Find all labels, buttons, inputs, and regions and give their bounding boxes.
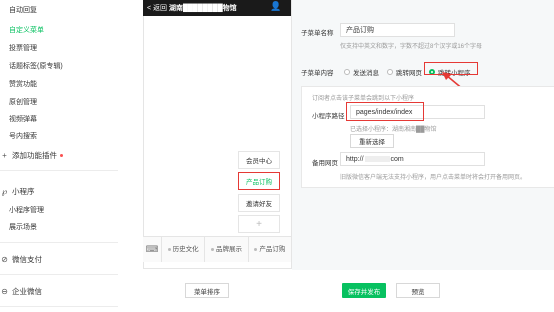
sidebar-section-wechat-pay[interactable]: ⊘ 微信支付 (0, 254, 42, 265)
menu-item-brand[interactable]: 品牌展示 (205, 237, 249, 262)
menu-dot-icon (254, 247, 258, 251)
menu-item-label: 品牌展示 (215, 246, 242, 253)
redacted-block (364, 156, 390, 162)
wechat-pay-label: 微信支付 (12, 255, 42, 264)
submenu-item-member[interactable]: 会员中心 (238, 151, 280, 169)
backup-url-prefix: http:// (346, 156, 364, 163)
submenu-content-label: 子菜单内容 (301, 70, 334, 77)
submenu-name-label: 子菜单名称 (301, 30, 334, 37)
sidebar-item-search[interactable]: 号内搜索 (9, 131, 37, 141)
backup-page-label: 备用网页 (312, 160, 338, 167)
add-plugin-button[interactable]: + 添加功能插件 (0, 150, 63, 161)
account-title: 湖南████████物馆 (169, 5, 237, 12)
backup-page-input[interactable]: http:// com (340, 152, 485, 166)
reselect-button[interactable]: 重新选择 (350, 134, 394, 148)
sidebar-divider (0, 242, 118, 243)
sidebar-item-reward[interactable]: 赞赏功能 (9, 79, 37, 89)
sidebar-divider (0, 306, 118, 307)
sidebar-section-mini-program[interactable]: ℘ 小程序 (0, 186, 35, 197)
sidebar-divider (0, 274, 118, 275)
backup-url-suffix: com (390, 156, 404, 163)
sidebar-item-mp-scenes[interactable]: 展示场景 (9, 222, 37, 232)
selected-mini-program-hint: 已选择小程序：湖南湘南██物馆 (350, 127, 437, 133)
sidebar: 自动回复 自定义菜单 投票管理 话题标签(原专辑) 赞赏功能 原创管理 视频弹幕… (0, 0, 120, 312)
add-submenu-button[interactable]: + (238, 215, 280, 233)
submenu-name-input[interactable]: 产品订购 (340, 23, 455, 37)
sidebar-item-danmaku[interactable]: 视频弹幕 (9, 114, 37, 124)
mini-program-title: 小程序 (12, 187, 35, 196)
menu-item-history[interactable]: 历史文化 (162, 237, 206, 262)
sidebar-item-auto-reply[interactable]: 自动回复 (9, 5, 37, 15)
sidebar-divider (0, 170, 118, 171)
pay-icon: ⊘ (1, 255, 8, 264)
sidebar-item-vote[interactable]: 投票管理 (9, 43, 37, 53)
wecom-label: 企业微信 (12, 287, 42, 296)
back-link[interactable]: < 返回 (147, 3, 167, 13)
radio-circle (344, 69, 350, 75)
save-publish-button[interactable]: 保存并发布 (342, 283, 386, 298)
plus-icon: + (2, 151, 7, 160)
submenu-item-order[interactable]: 产品订购 (238, 172, 280, 190)
wecom-icon: ⊖ (1, 287, 8, 296)
user-icon[interactable]: 👤 (270, 1, 281, 12)
keyboard-icon[interactable]: ⌨ (143, 237, 162, 262)
radio-open-webpage[interactable]: 跳转网页 (387, 67, 422, 77)
submenu-name-hint: 仅支持中英文和数字，字数不超过8个汉字或16个字母 (340, 44, 483, 50)
mini-program-icon: ℘ (1, 187, 8, 196)
add-plugin-label: 添加功能插件 (12, 151, 57, 160)
path-label: 小程序路径 (312, 113, 345, 120)
submenu-item-invite[interactable]: 邀请好友 (238, 194, 280, 212)
radio-send-message[interactable]: 发送消息 (344, 67, 379, 77)
subpanel-hint: 订阅者点击该子菜单会跳到以下小程序 (312, 96, 415, 102)
radio-circle (387, 69, 393, 75)
phone-menu-bar: ⌨ 历史文化 品牌展示 产品订购 (143, 236, 291, 262)
sidebar-item-custom-menu[interactable]: 自定义菜单 (9, 25, 44, 35)
notification-dot (60, 154, 63, 157)
sort-menu-button[interactable]: 菜单排序 (185, 283, 229, 298)
phone-header: < 返回 湖南████████物馆 👤 (143, 0, 291, 16)
preview-button[interactable]: 预览 (396, 283, 440, 298)
sidebar-section-wecom[interactable]: ⊖ 企业微信 (0, 286, 42, 297)
menu-dot-icon (210, 247, 214, 251)
sidebar-item-topic-tags[interactable]: 话题标签(原专辑) (9, 61, 63, 71)
radio-label: 跳转网页 (396, 70, 422, 77)
sidebar-item-original[interactable]: 原创管理 (9, 97, 37, 107)
radio-label: 发送消息 (353, 70, 379, 77)
sidebar-item-mp-manage[interactable]: 小程序管理 (9, 205, 44, 215)
backup-page-hint: 旧版微信客户端无法支持小程序，用户点击菜单时将会打开备用网页。 (340, 175, 527, 181)
menu-item-label: 产品订购 (259, 246, 286, 253)
menu-item-label: 历史文化 (172, 246, 199, 253)
menu-item-order[interactable]: 产品订购 (249, 237, 291, 262)
highlight-box (346, 102, 424, 121)
menu-dot-icon (167, 247, 171, 251)
